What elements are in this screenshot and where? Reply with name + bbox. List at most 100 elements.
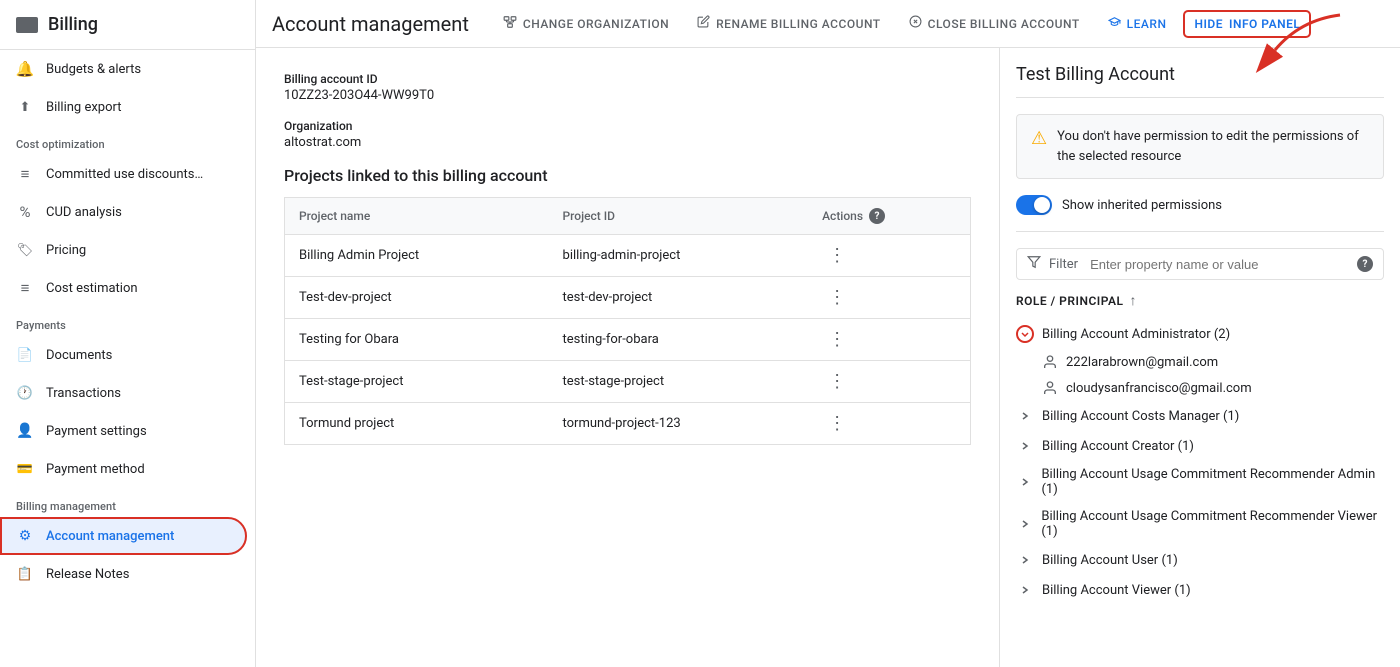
change-organization-button[interactable]: CHANGE ORGANIZATION xyxy=(493,9,679,39)
role-item[interactable]: Billing Account Costs Manager (1) xyxy=(1016,401,1384,431)
role-item[interactable]: Billing Account Usage Commitment Recomme… xyxy=(1016,503,1384,545)
project-menu-button[interactable]: ⋮ xyxy=(822,369,852,394)
sidebar-item-billing-export[interactable]: ⬆ Billing export xyxy=(0,88,247,126)
sidebar-item-pricing[interactable]: 🏷 Pricing xyxy=(0,231,247,269)
role-item[interactable]: Billing Account User (1) xyxy=(1016,545,1384,575)
cost-estimation-icon: ≡ xyxy=(16,279,34,297)
role-label: Billing Account Costs Manager (1) xyxy=(1042,409,1239,424)
budgets-alerts-icon: 🔔 xyxy=(16,60,34,78)
role-expand-btn[interactable] xyxy=(1016,407,1034,425)
role-label: Billing Account Viewer (1) xyxy=(1042,583,1191,598)
project-menu-button[interactable]: ⋮ xyxy=(822,327,852,352)
project-id-cell: tormund-project-123 xyxy=(549,403,809,445)
projects-table: Project name Project ID Actions ? xyxy=(284,197,971,445)
project-menu-button[interactable]: ⋮ xyxy=(822,411,852,436)
sidebar-item-account-management[interactable]: ⚙ Account management xyxy=(0,517,247,555)
payments-section-label: Payments xyxy=(0,307,255,336)
filter-row: Filter ? xyxy=(1016,248,1384,280)
role-member-item: cloudysanfrancisco@gmail.com xyxy=(1016,375,1384,401)
role-label: Billing Account Administrator (2) xyxy=(1042,327,1230,342)
table-row: Tormund project tormund-project-123 ⋮ xyxy=(285,403,971,445)
sidebar-item-label: CUD analysis xyxy=(46,205,122,220)
project-name-cell: Billing Admin Project xyxy=(285,235,549,277)
show-inherited-toggle[interactable] xyxy=(1016,195,1052,215)
role-expand-btn[interactable] xyxy=(1016,551,1034,569)
role-member-item: 222larabrown@gmail.com xyxy=(1016,349,1384,375)
sidebar-item-release-notes[interactable]: 📋 Release Notes xyxy=(0,555,247,593)
payment-method-icon: 💳 xyxy=(16,460,34,478)
learn-label: LEARN xyxy=(1127,17,1167,31)
main-content: Account management CHANGE ORGANIZATION R… xyxy=(256,0,1400,667)
documents-icon: 📄 xyxy=(16,346,34,364)
toggle-label: Show inherited permissions xyxy=(1062,198,1222,213)
committed-use-icon: ≡ xyxy=(16,165,34,183)
person-icon xyxy=(1042,354,1058,370)
sidebar-item-documents[interactable]: 📄 Documents xyxy=(0,336,247,374)
project-name-cell: Test-dev-project xyxy=(285,277,549,319)
role-label: Billing Account Usage Commitment Recomme… xyxy=(1041,467,1384,497)
col-header-actions: Actions ? xyxy=(808,198,970,235)
change-org-icon xyxy=(503,15,517,33)
sidebar-item-cud-analysis[interactable]: % CUD analysis xyxy=(0,193,247,231)
table-row: Billing Admin Project billing-admin-proj… xyxy=(285,235,971,277)
sidebar-item-label: Payment settings xyxy=(46,424,147,439)
hide-info-panel-button[interactable]: HIDE INFO PANEL xyxy=(1184,11,1310,37)
role-principal-label: Role / Principal xyxy=(1016,294,1124,308)
project-actions-cell: ⋮ xyxy=(808,403,970,445)
sidebar-item-label: Billing export xyxy=(46,100,121,115)
sidebar-item-label: Pricing xyxy=(46,243,86,258)
rename-icon xyxy=(697,15,710,32)
sort-asc-icon[interactable]: ↑ xyxy=(1130,292,1138,309)
close-billing-account-button[interactable]: CLOSE BILLING ACCOUNT xyxy=(899,9,1090,38)
change-organization-label: CHANGE ORGANIZATION xyxy=(523,17,669,31)
role-item[interactable]: Billing Account Usage Commitment Recomme… xyxy=(1016,461,1384,503)
filter-help-icon[interactable]: ? xyxy=(1357,256,1373,272)
pricing-icon: 🏷 xyxy=(16,241,34,259)
learn-button[interactable]: LEARN xyxy=(1098,9,1177,38)
billing-icon xyxy=(16,17,38,33)
project-actions-cell: ⋮ xyxy=(808,361,970,403)
role-expand-btn[interactable] xyxy=(1016,515,1033,533)
project-actions-cell: ⋮ xyxy=(808,277,970,319)
show-inherited-toggle-row: Show inherited permissions xyxy=(1016,195,1384,232)
rename-billing-account-label: RENAME BILLING ACCOUNT xyxy=(716,17,880,31)
page-title: Account management xyxy=(272,12,469,36)
cud-analysis-icon: % xyxy=(16,203,34,221)
actions-help-icon[interactable]: ? xyxy=(869,208,885,224)
sidebar-item-payment-settings[interactable]: 👤 Payment settings xyxy=(0,412,247,450)
role-item[interactable]: Billing Account Administrator (2) 222lar… xyxy=(1016,319,1384,401)
close-billing-icon xyxy=(909,15,922,32)
sidebar-item-label: Committed use discounts… xyxy=(46,167,203,182)
sidebar-item-label: Documents xyxy=(46,348,112,363)
permission-warning-box: ⚠ You don't have permission to edit the … xyxy=(1016,114,1384,179)
sidebar-item-cost-estimation[interactable]: ≡ Cost estimation xyxy=(0,269,247,307)
sidebar-item-transactions[interactable]: 🕐 Transactions xyxy=(0,374,247,412)
sidebar-item-label: Transactions xyxy=(46,386,121,401)
release-notes-icon: 📋 xyxy=(16,565,34,583)
cost-optimization-section-label: Cost optimization xyxy=(0,126,255,155)
filter-label: Filter xyxy=(1049,257,1078,272)
role-collapse-btn[interactable] xyxy=(1016,325,1034,343)
account-management-icon: ⚙ xyxy=(16,527,34,545)
role-expand-btn[interactable] xyxy=(1016,473,1033,491)
role-label: Billing Account Creator (1) xyxy=(1042,439,1194,454)
project-id-cell: test-stage-project xyxy=(549,361,809,403)
sidebar-item-budgets-alerts[interactable]: 🔔 Budgets & alerts xyxy=(0,50,247,88)
project-name-cell: Tormund project xyxy=(285,403,549,445)
project-menu-button[interactable]: ⋮ xyxy=(822,243,852,268)
role-expand-btn[interactable] xyxy=(1016,581,1034,599)
sidebar-item-committed-use[interactable]: ≡ Committed use discounts… xyxy=(0,155,247,193)
rename-billing-account-button[interactable]: RENAME BILLING ACCOUNT xyxy=(687,9,890,38)
filter-input[interactable] xyxy=(1090,257,1345,272)
sidebar-item-label: Release Notes xyxy=(46,567,129,582)
project-id-cell: test-dev-project xyxy=(549,277,809,319)
sidebar-item-payment-method[interactable]: 💳 Payment method xyxy=(0,450,247,488)
project-menu-button[interactable]: ⋮ xyxy=(822,285,852,310)
role-item[interactable]: Billing Account Creator (1) xyxy=(1016,431,1384,461)
billing-account-id-value: 10ZZ23-203O44-WW99T0 xyxy=(284,88,971,103)
role-expand-btn[interactable] xyxy=(1016,437,1034,455)
main-panel: Billing account ID 10ZZ23-203O44-WW99T0 … xyxy=(256,48,1000,667)
warning-icon: ⚠ xyxy=(1031,128,1047,149)
role-item[interactable]: Billing Account Viewer (1) xyxy=(1016,575,1384,605)
project-actions-cell: ⋮ xyxy=(808,319,970,361)
